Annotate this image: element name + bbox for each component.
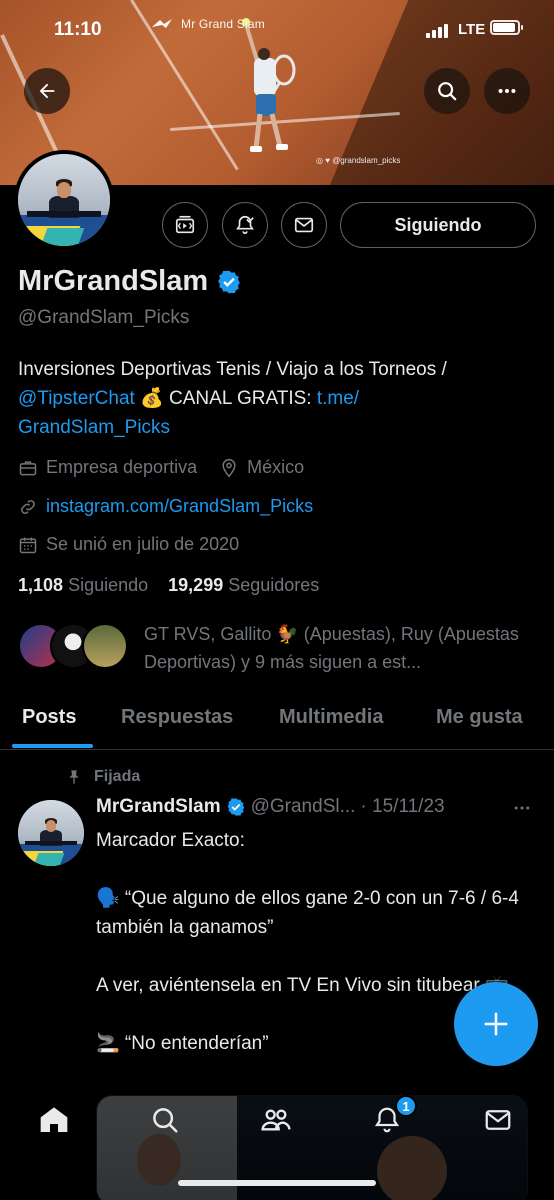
post-author-avatar[interactable] (18, 800, 84, 866)
home-icon (40, 1107, 68, 1132)
more-options-button[interactable] (484, 68, 530, 114)
nav-explore[interactable] (145, 1100, 185, 1140)
bio-text: Inversiones Deportivas Tenis / Viajo a l… (18, 359, 447, 380)
bell-check-icon (236, 215, 254, 235)
profile-handle: @GrandSlam_Picks (18, 307, 190, 328)
back-button[interactable] (24, 68, 70, 114)
banner-brand-logo: Mr Grand Slam (150, 17, 265, 31)
following-button[interactable]: Siguiendo (340, 202, 536, 248)
post-date: · 15/11/23 (360, 796, 445, 817)
nav-messages[interactable] (478, 1100, 518, 1140)
envelope-icon (294, 217, 314, 233)
post-author-handle: @GrandSl... (250, 796, 356, 817)
profile-website-link[interactable]: instagram.com/GrandSlam_Picks (46, 496, 313, 517)
search-button[interactable] (424, 68, 470, 114)
tab-media[interactable]: Multimedia (279, 706, 383, 729)
status-bar: 11:10 Mr Grand Slam LTE (0, 0, 554, 60)
verified-badge-icon (227, 798, 244, 816)
profile-location: México (247, 457, 305, 477)
more-horizontal-icon (498, 88, 516, 94)
follow-counts: 1,108 Siguiendo 19,299 Seguidores (18, 575, 319, 596)
link-icon (21, 499, 35, 514)
back-arrow-icon (39, 83, 55, 99)
followers-you-know-avatars (18, 620, 130, 670)
followed-by-row[interactable]: GT RVS, Gallito 🐓 (Apuestas), Ruy (Apues… (18, 620, 538, 676)
profile-category: Empresa deportiva (46, 457, 198, 477)
banner-social-handle: ◎ ♥ @grandslam_picks (316, 156, 401, 165)
status-time: 11:10 (54, 19, 102, 40)
subscribe-button[interactable] (162, 202, 208, 248)
brand-mark-icon (152, 19, 172, 28)
network-type: LTE (458, 21, 486, 38)
home-indicator[interactable] (178, 1180, 376, 1186)
profile-joined-row: Se unió en julio de 2020 (18, 534, 239, 555)
bio-telegram-link-cont[interactable]: GrandSlam_Picks (18, 417, 170, 438)
post-author-name[interactable]: MrGrandSlam (96, 796, 221, 818)
following-count-link[interactable]: 1,108 Siguiendo (18, 575, 148, 595)
signal-icon (426, 24, 448, 38)
profile-joined-date: Se unió en julio de 2020 (46, 534, 240, 554)
calendar-icon (19, 537, 37, 553)
tab-likes[interactable]: Me gusta (436, 706, 523, 729)
notifications-toggle-button[interactable] (222, 202, 268, 248)
subscription-icon (175, 215, 195, 234)
envelope-icon (485, 1110, 511, 1130)
profile-tabs: Posts Respuestas Multimedia Me gusta (0, 690, 554, 750)
profile-bio: Inversiones Deportivas Tenis / Viajo a l… (18, 355, 538, 442)
briefcase-icon (19, 460, 37, 475)
search-icon (438, 82, 457, 101)
post-header: MrGrandSlam @GrandSl... · 15/11/23 (96, 796, 445, 818)
message-button[interactable] (281, 202, 327, 248)
tab-replies[interactable]: Respuestas (121, 706, 233, 729)
profile-meta-row: Empresa deportiva México (18, 457, 304, 478)
bio-mention-link[interactable]: @TipsterChat (18, 388, 135, 409)
more-horizontal-icon (514, 806, 530, 810)
location-pin-icon (222, 458, 236, 477)
pin-icon (69, 770, 79, 784)
profile-name: MrGrandSlam (18, 265, 242, 298)
money-bag-emoji: 💰 (140, 388, 164, 409)
plus-icon (484, 1012, 508, 1036)
search-icon (153, 1108, 178, 1133)
notifications-badge: 1 (395, 1095, 417, 1117)
nav-home[interactable] (34, 1100, 74, 1140)
bio-telegram-link[interactable]: t.me/ (317, 388, 359, 409)
tab-posts[interactable]: Posts (22, 706, 76, 729)
profile-avatar[interactable] (14, 150, 114, 250)
followed-by-text: GT RVS, Gallito 🐓 (Apuestas), Ruy (Apues… (144, 624, 519, 672)
post-more-button[interactable] (512, 798, 532, 823)
nav-communities[interactable] (256, 1100, 296, 1140)
follower-avatar (82, 623, 128, 669)
active-tab-indicator (12, 744, 93, 748)
bio-text: CANAL GRATIS: (169, 388, 312, 409)
pinned-label: Fijada (66, 768, 140, 786)
profile-website-row: instagram.com/GrandSlam_Picks (18, 496, 313, 517)
verified-badge-icon (218, 270, 241, 293)
followers-count-link[interactable]: 19,299 Seguidores (168, 575, 319, 595)
battery-icon (490, 20, 523, 35)
compose-post-button[interactable] (454, 982, 538, 1066)
communities-icon (261, 1109, 291, 1131)
